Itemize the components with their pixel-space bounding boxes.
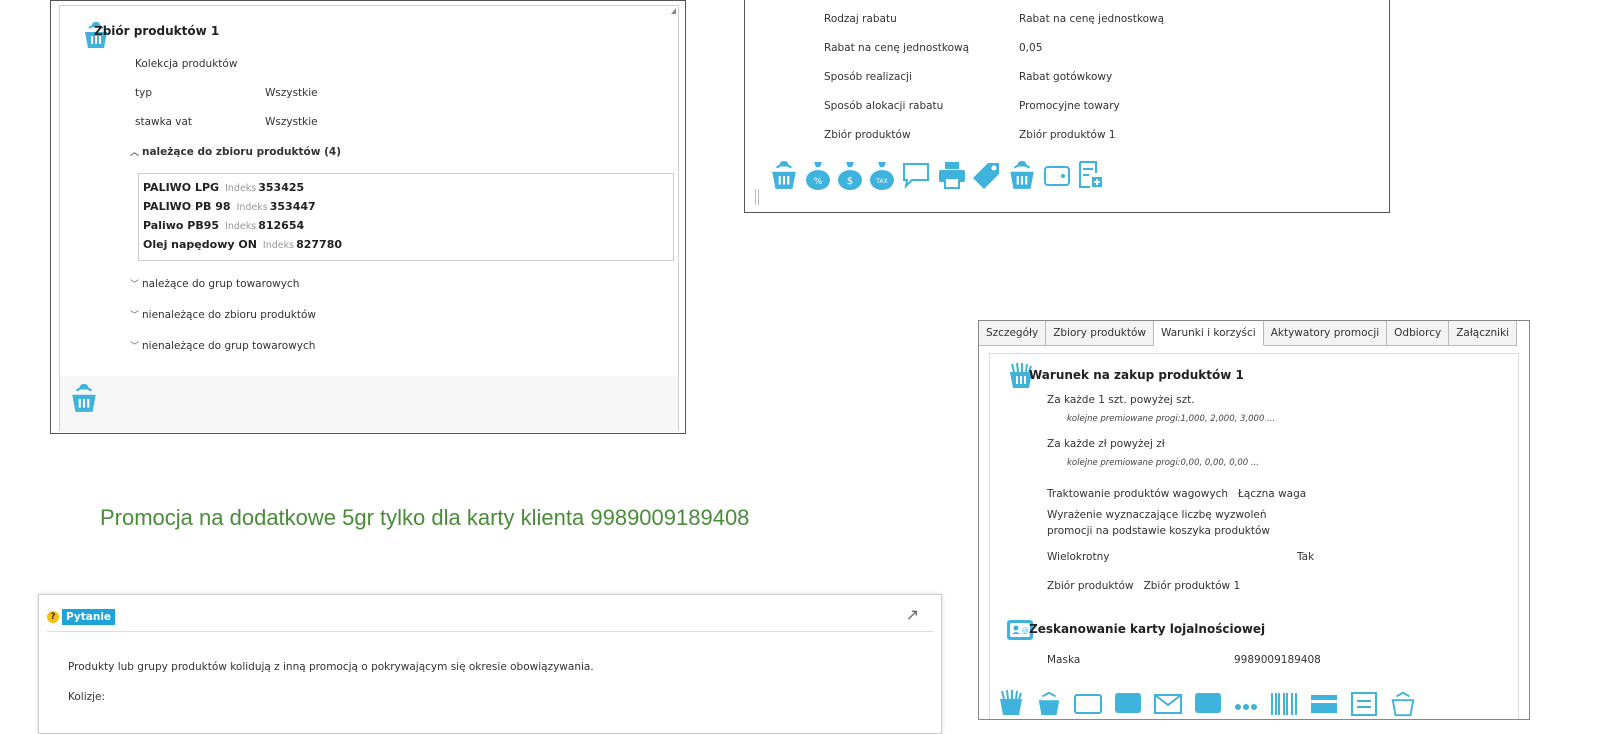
basket-icon[interactable]: [1035, 689, 1063, 719]
product-set-panel: Zbiór produktów 1 Kolekcja produktów typ…: [50, 0, 686, 434]
chat-icon[interactable]: [900, 159, 932, 194]
panel-footer: [60, 376, 678, 432]
trigger-expression-label: Wyrażenie wyznaczające liczbę wyzwoleń: [1047, 509, 1267, 521]
chevron-down-icon: ﹀: [130, 342, 140, 352]
payment-card-icon[interactable]: [1309, 689, 1339, 719]
tab-activators[interactable]: Aktywatory promocji: [1263, 321, 1388, 346]
loyalty-card-icon[interactable]: [1113, 689, 1143, 719]
tab-bar: Szczegóły Zbiory produktów Warunki i kor…: [979, 321, 1518, 347]
basket-icon[interactable]: [768, 159, 800, 194]
wallet-icon[interactable]: [1042, 159, 1072, 194]
type-row: typ Wszystkie: [135, 87, 318, 99]
section-not-in-product-set[interactable]: ﹀ nienależące do zbioru produktów: [130, 308, 316, 321]
product-set-row: Zbiór produktów Zbiór produktów 1: [1047, 580, 1241, 592]
question-dialog: ? Pytanie ↗ Produkty lub grupy produktów…: [38, 594, 942, 734]
expand-icon[interactable]: ↗: [906, 605, 919, 624]
list-item: Olej napędowy ON Indeks 827780: [143, 238, 343, 251]
hand-basket-icon[interactable]: [997, 689, 1025, 719]
basket-icon[interactable]: [68, 382, 100, 417]
promotion-details-panel: Szczegóły Zbiory produktów Warunki i kor…: [978, 320, 1530, 720]
condition-qty: Za każde 1 szt. powyżej szt.: [1047, 394, 1195, 406]
printer-icon[interactable]: [936, 159, 968, 194]
tab-details[interactable]: Szczegóły: [979, 321, 1047, 346]
promo-heading: Promocja na dodatkowe 5gr tylko dla kart…: [100, 505, 750, 530]
trigger-expression-label-2: promocji na podstawie koszyka produktów: [1047, 525, 1270, 537]
condition-amount: Za każde zł powyżej zł: [1047, 438, 1165, 450]
benefit-toolbar: % $ TAX: [768, 159, 1106, 194]
discount-panel: Rodzaj rabatu Rabat na cenę jednostkową R…: [744, 0, 1390, 213]
dots-icon[interactable]: [1233, 689, 1259, 719]
section-in-product-groups[interactable]: ﹀ należące do grup towarowych: [130, 277, 299, 290]
dialog-header: ? Pytanie: [47, 609, 116, 625]
section-not-in-product-groups[interactable]: ﹀ nienależące do grup towarowych: [130, 339, 315, 352]
loyalty-card-title: Zeskanowanie karty lojalnościowej: [1029, 622, 1266, 636]
qty-thresholds: kolejne premiowane progi:1,000, 2,000, 3…: [1067, 414, 1276, 424]
allocation-row: Sposób alokacji rabatu Promocyjne towary: [824, 100, 1120, 112]
basket-icon[interactable]: [1006, 159, 1038, 194]
svg-text:@: @: [1022, 627, 1029, 635]
tab-conditions-benefits[interactable]: Warunki i korzyści: [1154, 321, 1264, 346]
product-set-title: Zbiór produktów 1: [94, 24, 220, 38]
bag-tax-icon[interactable]: TAX: [868, 159, 896, 194]
dialog-message: Produkty lub grupy produktów kolidują z …: [68, 661, 594, 673]
splitter-handle[interactable]: [755, 189, 759, 205]
section-in-product-set[interactable]: ︿ należące do zbioru produktów (4): [130, 145, 341, 158]
collection-label: Kolekcja produktów: [135, 58, 238, 70]
tab-recipients[interactable]: Odbiorcy: [1387, 321, 1450, 346]
list-item: PALIWO LPG Indeks 353425: [143, 181, 305, 194]
bag-percent-icon[interactable]: %: [804, 159, 832, 194]
resize-handle-icon[interactable]: [671, 8, 676, 14]
weight-treatment-label: Traktowanie produktów wagowych Łączna wag…: [1047, 488, 1307, 500]
list-item: PALIWO PB 98 Indeks 353447: [143, 200, 316, 213]
document-add-icon[interactable]: [1076, 159, 1106, 194]
conditions-body: Warunek na zakup produktów 1 Za każde 1 …: [989, 353, 1519, 719]
svg-text:TAX: TAX: [875, 178, 887, 185]
list-item: Paliwo PB95 Indeks 812654: [143, 219, 305, 232]
chevron-up-icon: ︿: [130, 148, 140, 158]
divider: [47, 631, 933, 632]
basket-icon[interactable]: [1389, 689, 1417, 719]
activator-toolbar: [997, 689, 1417, 719]
bag-dollar-icon[interactable]: $: [836, 159, 864, 194]
barcode-icon[interactable]: [1269, 689, 1299, 719]
card-icon[interactable]: [1073, 689, 1103, 719]
amount-thresholds: kolejne premiowane progi:0,00, 0,00, 0,0…: [1067, 458, 1259, 468]
tab-product-sets[interactable]: Zbiory produktów: [1046, 321, 1154, 346]
realization-row: Sposób realizacji Rabat gotówkowy: [824, 71, 1113, 83]
collisions-label: Kolizje:: [68, 691, 106, 703]
dialog-title: Pytanie: [62, 609, 116, 625]
product-set-card: Zbiór produktów 1 Kolekcja produktów typ…: [59, 5, 679, 432]
product-set-row: Zbiór produktów Zbiór produktów 1: [824, 129, 1116, 141]
question-icon: ?: [47, 611, 59, 623]
chevron-down-icon: ﹀: [130, 280, 140, 290]
svg-text:$: $: [847, 176, 853, 187]
svg-text:%: %: [814, 177, 823, 187]
unit-discount-row: Rabat na cenę jednostkową 0,05: [824, 42, 1043, 54]
list-icon[interactable]: [1349, 689, 1379, 719]
multiple-row: Wielokrotny Tak: [1047, 551, 1315, 563]
condition-title: Warunek na zakup produktów 1: [1029, 368, 1244, 382]
loyalty-card-icon[interactable]: [1193, 689, 1223, 719]
mail-icon[interactable]: [1153, 689, 1183, 719]
discount-type-row: Rodzaj rabatu Rabat na cenę jednostkową: [824, 13, 1165, 25]
vat-row: stawka vat Wszystkie: [135, 116, 318, 128]
product-list: PALIWO LPG Indeks 353425 PALIWO PB 98 Indek…: [138, 173, 674, 261]
tab-attachments[interactable]: Załączniki: [1449, 321, 1518, 346]
chevron-down-icon: ﹀: [130, 311, 140, 321]
tag-icon[interactable]: [972, 159, 1002, 194]
mask-row: Maska 9989009189408: [1047, 654, 1321, 666]
